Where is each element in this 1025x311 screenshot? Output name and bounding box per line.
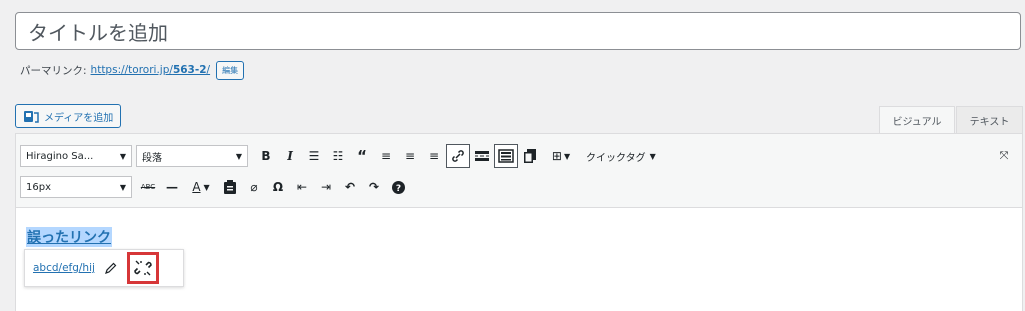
chevron-down-icon: ▼ xyxy=(119,182,126,192)
numbered-list-icon[interactable]: ☷ xyxy=(326,144,350,168)
font-size-value: 16px xyxy=(26,181,51,193)
table-icon[interactable]: ⊞ ▼ xyxy=(542,144,580,168)
editor-content[interactable]: 誤ったリンク abcd/efg/hij xyxy=(16,208,1022,311)
bullet-list-icon[interactable]: ☰ xyxy=(302,144,326,168)
title-placeholder: タイトルを追加 xyxy=(28,20,168,45)
undo-icon[interactable]: ↶ xyxy=(338,175,362,199)
pencil-icon[interactable] xyxy=(104,262,117,274)
permalink-base: https://torori.jp/ xyxy=(90,64,173,76)
indent-icon[interactable]: ⇥ xyxy=(314,175,338,199)
editor-toolbar: Hiragino Sa... ▼ 段落 ▼ B I ☰ ☷ “ ≡ ≡ ≡ ⊞ … xyxy=(16,134,1022,208)
tab-visual[interactable]: ビジュアル xyxy=(879,106,955,134)
quick-tag-menu[interactable]: クイックタグ ▼ xyxy=(586,149,656,164)
toolbar-row-2: 16px ▼ ABC — A ▼ ⌀ Ω ⇤ ⇥ ↶ ↷ ? xyxy=(16,174,410,200)
align-right-icon[interactable]: ≡ xyxy=(422,144,446,168)
unlink-highlight-box xyxy=(126,252,159,284)
permalink-link[interactable]: https://torori.jp/563-2/ xyxy=(91,64,211,76)
copy-block-icon[interactable] xyxy=(518,144,542,168)
blockquote-icon[interactable]: “ xyxy=(350,144,374,168)
horizontal-line-icon[interactable]: — xyxy=(160,175,184,199)
bold-icon[interactable]: B xyxy=(254,144,278,168)
toolbar-row-1: Hiragino Sa... ▼ 段落 ▼ B I ☰ ☷ “ ≡ ≡ ≡ ⊞ … xyxy=(16,143,656,169)
svg-text:?: ? xyxy=(395,184,400,194)
text-color-icon[interactable]: A ▼ xyxy=(184,175,218,199)
font-size-select[interactable]: 16px ▼ xyxy=(20,176,132,198)
chevron-down-icon: ▼ xyxy=(119,151,126,161)
permalink-label: パーマリンク: xyxy=(20,64,87,77)
align-left-icon[interactable]: ≡ xyxy=(374,144,398,168)
align-center-icon[interactable]: ≡ xyxy=(398,144,422,168)
permalink-row: パーマリンク: https://torori.jp/563-2/ 編集 xyxy=(20,60,245,80)
font-family-value: Hiragino Sa... xyxy=(26,150,94,162)
link-popup-url[interactable]: abcd/efg/hij xyxy=(33,262,95,274)
redo-icon[interactable]: ↷ xyxy=(362,175,386,199)
font-family-select[interactable]: Hiragino Sa... ▼ xyxy=(20,145,132,167)
read-more-icon[interactable] xyxy=(470,144,494,168)
outdent-icon[interactable]: ⇤ xyxy=(290,175,314,199)
tab-text[interactable]: テキスト xyxy=(956,106,1023,134)
chevron-down-icon: ▼ xyxy=(649,151,656,161)
link-icon[interactable] xyxy=(446,144,470,168)
editor: Hiragino Sa... ▼ 段落 ▼ B I ☰ ☷ “ ≡ ≡ ≡ ⊞ … xyxy=(15,133,1023,311)
special-character-icon[interactable]: Ω xyxy=(266,175,290,199)
quick-tag-label: クイックタグ xyxy=(586,152,646,164)
add-media-label: メディアを追加 xyxy=(44,112,114,124)
clear-formatting-icon[interactable]: ⌀ xyxy=(242,175,266,199)
strikethrough-icon[interactable]: ABC xyxy=(136,175,160,199)
link-popup: abcd/efg/hij xyxy=(24,249,184,287)
chevron-down-icon: ▼ xyxy=(235,151,242,161)
format-value: 段落 xyxy=(142,152,162,164)
fullscreen-icon[interactable]: ⤧ xyxy=(992,144,1016,168)
italic-icon[interactable]: I xyxy=(278,144,302,168)
unlink-icon[interactable] xyxy=(134,259,152,277)
media-icon xyxy=(24,110,39,123)
permalink-slash: / xyxy=(206,64,211,76)
paste-text-icon[interactable] xyxy=(218,175,242,199)
permalink-slug: 563-2 xyxy=(172,64,207,76)
help-icon[interactable]: ? xyxy=(386,175,410,199)
title-input[interactable]: タイトルを追加 xyxy=(15,12,1021,50)
format-select[interactable]: 段落 ▼ xyxy=(136,145,248,167)
permalink-edit-button[interactable]: 編集 xyxy=(216,60,245,80)
add-media-button[interactable]: メディアを追加 xyxy=(15,104,122,128)
toolbar-toggle-icon[interactable] xyxy=(494,144,518,168)
content-link[interactable]: 誤ったリンク xyxy=(26,227,112,247)
